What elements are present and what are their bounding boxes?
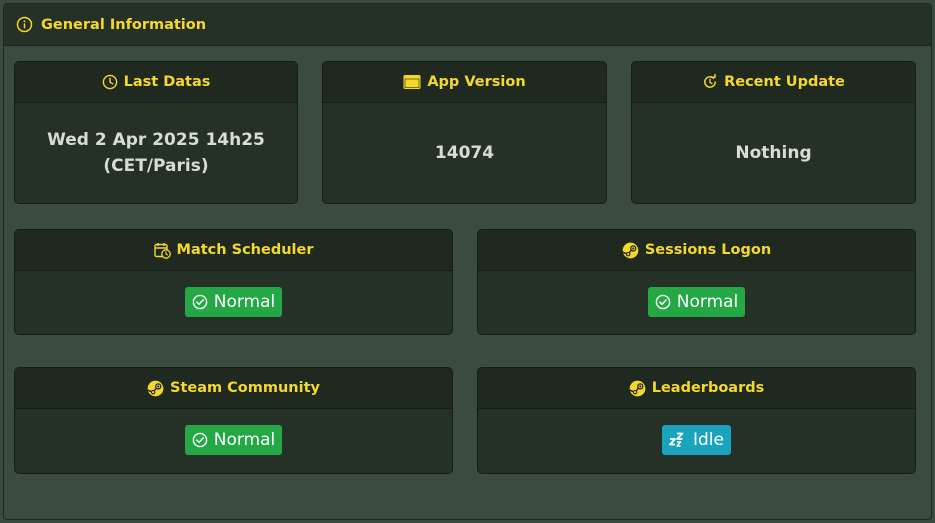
app-version-value: 14074 (434, 143, 495, 163)
card-body: Wed 2 Apr 2025 14h25 (CET/Paris) (15, 103, 297, 203)
card-match-scheduler: Match Scheduler Normal (14, 229, 453, 335)
steam-icon (628, 380, 646, 397)
status-label: Normal (213, 291, 276, 312)
card-app-version: App Version 14074 (322, 61, 607, 204)
check-circle-icon (655, 294, 671, 310)
refresh-icon (702, 74, 718, 90)
card-header: Steam Community (15, 368, 452, 409)
card-header: Last Datas (15, 62, 297, 103)
card-header: App Version (323, 62, 606, 103)
card-recent-update: Recent Update Nothing (631, 61, 916, 204)
clock-icon (102, 74, 118, 90)
last-datas-date: Wed 2 Apr 2025 14h25 (47, 130, 265, 150)
card-title: App Version (427, 74, 526, 90)
window-icon (403, 74, 421, 90)
check-circle-icon (192, 432, 208, 448)
panel-title: General Information (41, 16, 207, 33)
card-body: Normal (478, 271, 915, 334)
card-title: Match Scheduler (176, 242, 314, 258)
status-label: Normal (213, 430, 276, 450)
card-header: Sessions Logon (478, 230, 915, 271)
card-title: Last Datas (123, 74, 211, 90)
status-badge: Normal (647, 286, 746, 317)
status-badge: Idle (662, 425, 731, 455)
check-circle-icon (192, 294, 208, 310)
card-body: Idle (478, 409, 915, 473)
card-header: Recent Update (632, 62, 915, 103)
card-header: Leaderboards (478, 368, 915, 409)
status-badge: Normal (184, 425, 283, 455)
card-sessions-logon: Sessions Logon Normal (477, 229, 916, 335)
card-body: Normal (15, 409, 452, 473)
status-label: Idle (693, 430, 724, 450)
general-information-panel: General Information Last Datas Wed 2 Apr… (3, 3, 932, 520)
status-label: Normal (676, 291, 739, 312)
card-title: Leaderboards (651, 380, 765, 396)
card-body: Nothing (632, 103, 915, 203)
steam-icon (621, 242, 639, 259)
card-title: Steam Community (170, 380, 320, 396)
panel-header: General Information (4, 4, 931, 46)
last-datas-timezone: (CET/Paris) (103, 156, 209, 176)
card-body: 14074 (323, 103, 606, 203)
card-leaderboards: Leaderboards Idle (477, 367, 916, 474)
calendar-clock-icon (153, 242, 171, 259)
card-steam-community: Steam Community Normal (14, 367, 453, 474)
recent-update-value: Nothing (735, 143, 812, 163)
card-title: Sessions Logon (644, 242, 772, 258)
status-badge: Normal (184, 286, 283, 317)
card-body: Normal (15, 271, 452, 334)
info-icon (16, 16, 33, 33)
steam-icon (147, 380, 164, 397)
card-header: Match Scheduler (15, 230, 452, 271)
sleep-icon (669, 432, 687, 448)
card-last-datas: Last Datas Wed 2 Apr 2025 14h25 (CET/Par… (14, 61, 298, 204)
card-title: Recent Update (724, 74, 845, 90)
